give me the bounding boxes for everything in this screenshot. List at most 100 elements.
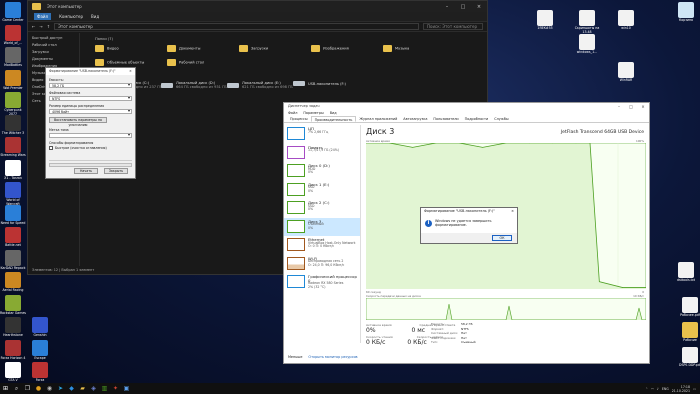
up-arrow-icon[interactable]: ↑ [47,24,50,29]
desktop-icon[interactable]: WinRAR [613,62,639,83]
tab[interactable]: Автозагрузка [400,116,430,122]
desktop-icon[interactable]: Aerial Racing [0,272,26,293]
folder-item[interactable]: Объемные объекты [95,59,144,66]
language-indicator[interactable]: ENG [662,387,669,391]
desktop-icon[interactable]: DSPS DDP.pdf [677,347,700,368]
perf-item[interactable]: Графический процессор 0 Radeon RX 580 Ser… [284,273,360,292]
perf-item[interactable]: Wi-Fi Беспроводная сеть 2 О: 24,0 П: 96,0 … [284,255,360,274]
desktop-icon[interactable]: Forza [27,362,53,383]
nav-item[interactable]: Загрузки [28,50,79,57]
nav-item[interactable]: Рабочий стол [28,43,79,50]
tab[interactable]: Подробности [462,116,492,122]
desktop-icon[interactable]: Hearthstone [0,317,26,338]
perf-item[interactable]: Диск 0 (D:) HDD 0% [284,162,360,181]
clock[interactable]: 17:18 21.10.2021 [672,385,690,393]
restore-defaults-button[interactable]: Восстановить параметры по умолчанию [49,117,107,127]
close-icon[interactable]: × [508,208,517,215]
quick-format-checkbox[interactable] [49,146,53,150]
vs-code-icon[interactable]: ◆ [66,383,77,394]
ribbon-tab-computer[interactable]: Компьютер [59,14,83,19]
desktop-icon[interactable]: 1ЯЕК#55 [532,10,558,31]
perf-item[interactable]: Ethernet VirtualBox Host-Only Network О: 0… [284,236,360,255]
discord-icon[interactable]: ◈ [88,383,99,394]
desktop-icon[interactable]: World_of_... [0,24,26,46]
perf-item[interactable]: Память 11,7/47,9 ГБ (24%) [284,144,360,163]
folder-item[interactable]: Рабочий стол [167,59,204,66]
tab[interactable]: Процессы [287,116,311,122]
folder-item[interactable]: Изображения [311,45,349,52]
folders-header[interactable]: Папки (7) [95,37,113,41]
maximize-button[interactable]: □ [455,4,471,10]
close-icon[interactable]: × [126,68,135,75]
notifications-icon[interactable]: ▭ [693,387,696,391]
tab[interactable]: Пользователи [430,116,461,122]
start-button[interactable]: ⊞ [0,383,11,394]
tab[interactable]: Журнал приложений [356,116,400,122]
desktop-icon[interactable]: X1 - Tarzan [0,159,26,181]
telegram-icon[interactable]: ➤ [55,383,66,394]
capacity-select[interactable]: 58,2 ГБ [49,83,132,88]
ribbon-tab-file[interactable]: Файл [34,13,52,20]
back-arrow-icon[interactable]: ← [32,24,35,29]
tab[interactable]: Производительность [310,116,357,122]
tab[interactable]: Службы [491,116,511,122]
resource-monitor-link[interactable]: Открыть монитор ресурсов [308,355,357,359]
desktop-icon[interactable]: win10 [613,10,639,31]
search-input[interactable]: Поиск: Этот компьютер [423,23,483,30]
game-icon[interactable]: ✦ [110,383,121,394]
network-icon[interactable]: ◠ [651,387,654,391]
drive-item[interactable]: Локальный диск (E:) 621 ГБ свободно из 69… [227,81,293,89]
desktop-icon[interactable]: Escape [27,339,53,361]
desktop-icon[interactable]: windows_1... [574,34,600,55]
desktop-icon[interactable]: Корзина [673,2,699,23]
search-icon[interactable]: ⌕ [11,383,22,394]
perf-item[interactable]: Диск 2 (C:) SSD 0% [284,199,360,218]
desktop-icon[interactable]: Battle.net [0,227,26,248]
desktop-icon[interactable]: KarDAD Repack [0,249,26,271]
chevron-up-icon[interactable]: ⌃ [645,387,648,391]
minimize-button[interactable]: – [613,103,625,110]
minimize-button[interactable]: – [439,4,455,10]
fewer-details-button[interactable]: Меньше [288,355,302,359]
volume-label-input[interactable] [49,133,132,138]
desktop-icon[interactable]: Rockstar Games [0,294,26,316]
maximize-button[interactable]: □ [625,103,637,110]
perf-item[interactable]: Диск 1 (E:) SSD 0% [284,181,360,200]
folder-item[interactable]: Видео [95,45,119,52]
desktop-icon[interactable]: Wot Premier [0,69,26,91]
desktop-icon[interactable]: The Witcher 3 [0,114,26,136]
chrome-icon[interactable]: ● [33,383,44,394]
folder-item[interactable]: Документы [167,45,201,52]
desktop-icon[interactable]: Forza Horizon 4 [0,339,26,361]
task-view-icon[interactable]: ❐ [22,383,33,394]
desktop-icon[interactable]: Streaming Wars [0,137,26,158]
close-dialog-button[interactable]: Закрыть [104,168,128,174]
forward-arrow-icon[interactable]: → [39,24,42,29]
close-button[interactable]: × [637,103,649,110]
taskmanager-icon[interactable]: ▥ [99,383,110,394]
desktop-icon[interactable]: ModBattles [0,47,26,68]
volume-icon[interactable]: ♪ [657,387,659,391]
perf-item[interactable]: ЦП 7% 2,66 ГГц [284,125,360,144]
close-button[interactable]: × [471,4,487,10]
desktop-icon[interactable]: GTA V [0,362,26,383]
steam-icon[interactable]: ◉ [44,383,55,394]
address-field[interactable]: Этот компьютер [54,23,419,30]
desktop-icon[interactable]: Рабочие [677,322,700,343]
folder-item[interactable]: Загрузки [239,45,268,52]
desktop-icon[interactable]: Скриншоты на 13.48 [574,10,600,34]
ok-button[interactable]: ОК [492,235,512,241]
filesystem-select[interactable]: NTFS [49,96,132,101]
desktop-icon[interactable]: Need for Speed [0,204,26,226]
nav-item[interactable]: Быстрый доступ [28,36,79,43]
perf-item[interactable]: Диск 3 Съемный 0% [284,217,360,236]
unit-size-select[interactable]: 4096 байт [49,109,132,114]
desktop-icon[interactable]: Game Center [0,2,26,23]
folder-item[interactable]: Музыка [383,45,409,52]
nav-item[interactable]: Документы [28,57,79,64]
desktop-icon[interactable]: dsttools.txt [673,262,699,283]
drive-item[interactable]: Локальный диск (D:) 664 ГБ свободно из 93… [161,81,227,89]
app-icon[interactable]: ▣ [121,383,132,394]
start-button[interactable]: Начать [74,168,98,174]
explorer-icon[interactable]: ▰ [77,383,88,394]
